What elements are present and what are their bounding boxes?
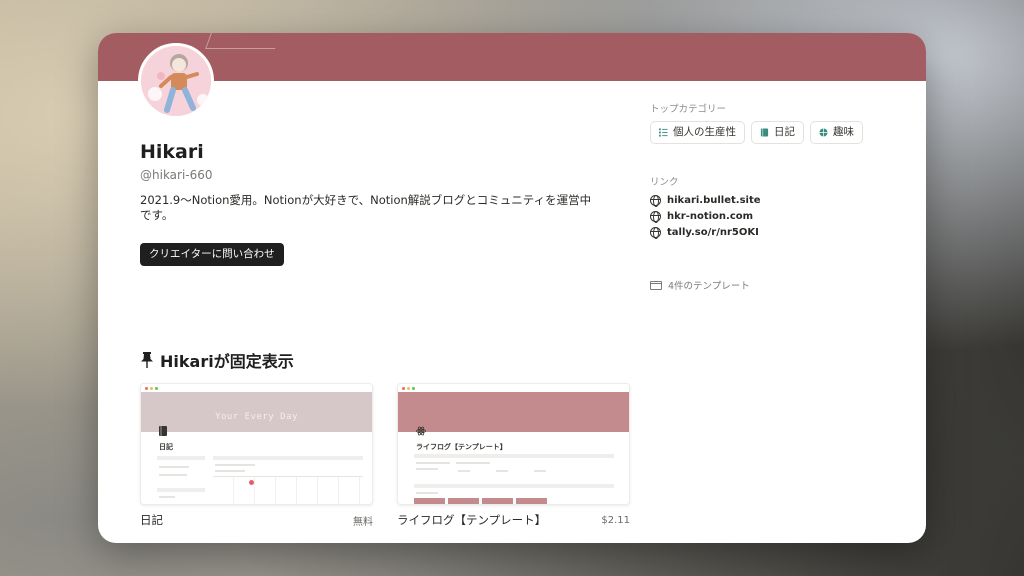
category-label: 趣味 xyxy=(833,126,854,138)
profile-link[interactable]: hkr-notion.com xyxy=(650,210,900,223)
category-chip-diary[interactable]: 日記 xyxy=(751,121,804,144)
template-meta: ライフログ【テンプレート】 $2.11 xyxy=(397,513,630,527)
templates-count[interactable]: 4件のテンプレート xyxy=(650,278,900,292)
templates-count-label: 4件のテンプレート xyxy=(668,281,750,292)
globe-icon xyxy=(650,210,661,223)
template-thumbnail[interactable]: Your Every Day 日記 xyxy=(140,383,373,505)
template-price: 無料 xyxy=(353,516,373,528)
profile-sidebar: トップカテゴリー 個人の生産性 日記 趣味 リンク hikari.bullet.… xyxy=(650,101,900,292)
top-categories-label: トップカテゴリー xyxy=(650,104,727,115)
template-meta: 日記 無料 xyxy=(140,512,373,528)
category-chip-productivity[interactable]: 個人の生産性 xyxy=(650,121,745,144)
thumbnail-line xyxy=(496,470,508,472)
profile-link[interactable]: tally.so/r/nr5OKI xyxy=(650,226,900,239)
category-chip-hobby[interactable]: 趣味 xyxy=(810,121,863,144)
atom-icon xyxy=(416,426,426,436)
category-label: 日記 xyxy=(774,126,795,138)
thumbnail-page-title: ライフログ【テンプレート】 xyxy=(416,443,507,451)
globe-icon xyxy=(650,194,661,207)
thumbnail-line xyxy=(416,492,438,494)
folder-icon xyxy=(650,280,662,290)
pushpin-icon xyxy=(141,352,153,368)
avatar[interactable] xyxy=(138,43,214,119)
thumbnail-line xyxy=(416,468,438,470)
profile-name: Hikari xyxy=(140,141,204,163)
template-name[interactable]: ライフログ【テンプレート】 xyxy=(397,512,546,528)
profile-handle: @hikari-660 xyxy=(140,168,213,182)
book-icon xyxy=(760,128,769,137)
link-label: tally.so/r/nr5OKI xyxy=(667,226,759,238)
template-card-lifelog[interactable]: ライフログ【テンプレート】 ライフログ【テンプレート】 $2.11 xyxy=(397,383,630,527)
banner-doodle xyxy=(205,33,281,49)
thumbnail-calendar xyxy=(213,476,363,504)
thumbnail-line xyxy=(456,462,490,464)
thumbnail-line xyxy=(159,466,189,468)
window-dots xyxy=(402,387,415,390)
profile-banner xyxy=(98,33,926,81)
profile-bio: 2021.9〜Notion愛用。Notionが大好きで、Notion解説ブログと… xyxy=(140,193,592,222)
thumbnail-bar xyxy=(157,488,205,492)
avatar-illustration-icon xyxy=(141,46,211,116)
contact-creator-button[interactable]: クリエイターに問い合わせ xyxy=(140,243,284,266)
thumbnail-gallery-card xyxy=(448,498,479,504)
links-label: リンク xyxy=(650,177,679,188)
category-list: 個人の生産性 日記 趣味 xyxy=(650,121,900,144)
link-label: hkr-notion.com xyxy=(667,210,754,222)
ball-icon xyxy=(819,128,828,137)
thumbnail-cover-text: Your Every Day xyxy=(215,412,298,422)
checklist-icon xyxy=(659,128,668,137)
pinned-title-text: Hikariが固定表示 xyxy=(160,352,294,371)
thumbnail-bar xyxy=(157,456,205,460)
thumbnail-line xyxy=(416,462,450,464)
thumbnail-bar xyxy=(414,454,614,458)
template-name[interactable]: 日記 xyxy=(140,512,163,528)
book-icon xyxy=(159,426,167,436)
template-thumbnail[interactable]: ライフログ【テンプレート】 xyxy=(397,383,630,505)
thumbnail-cover: Your Every Day xyxy=(141,392,372,432)
profile-link[interactable]: hikari.bullet.site xyxy=(650,194,900,207)
thumbnail-page-title: 日記 xyxy=(159,443,173,451)
thumbnail-calendar-today xyxy=(249,480,254,485)
link-list: hikari.bullet.site hkr-notion.com tally.… xyxy=(650,194,900,239)
thumbnail-line xyxy=(215,464,255,466)
creator-profile-card: Hikari @hikari-660 2021.9〜Notion愛用。Notio… xyxy=(98,33,926,543)
thumbnail-line xyxy=(159,474,187,476)
link-label: hikari.bullet.site xyxy=(667,194,761,206)
category-label: 個人の生産性 xyxy=(673,126,736,138)
pinned-section-title: Hikariが固定表示 xyxy=(140,348,294,372)
template-card-diary[interactable]: Your Every Day 日記 日記 無料 xyxy=(140,383,373,528)
thumbnail-gallery-card xyxy=(414,498,445,504)
thumbnail-gallery-card xyxy=(516,498,547,504)
thumbnail-line xyxy=(159,496,175,498)
thumbnail-bar xyxy=(213,456,363,460)
window-dots xyxy=(145,387,158,390)
thumbnail-cover xyxy=(398,392,629,432)
globe-icon xyxy=(650,226,661,239)
thumbnail-line xyxy=(215,470,245,472)
thumbnail-line xyxy=(458,470,470,472)
thumbnail-bar xyxy=(414,484,614,488)
template-price: $2.11 xyxy=(601,514,630,526)
thumbnail-line xyxy=(534,470,546,472)
thumbnail-gallery-card xyxy=(482,498,513,504)
